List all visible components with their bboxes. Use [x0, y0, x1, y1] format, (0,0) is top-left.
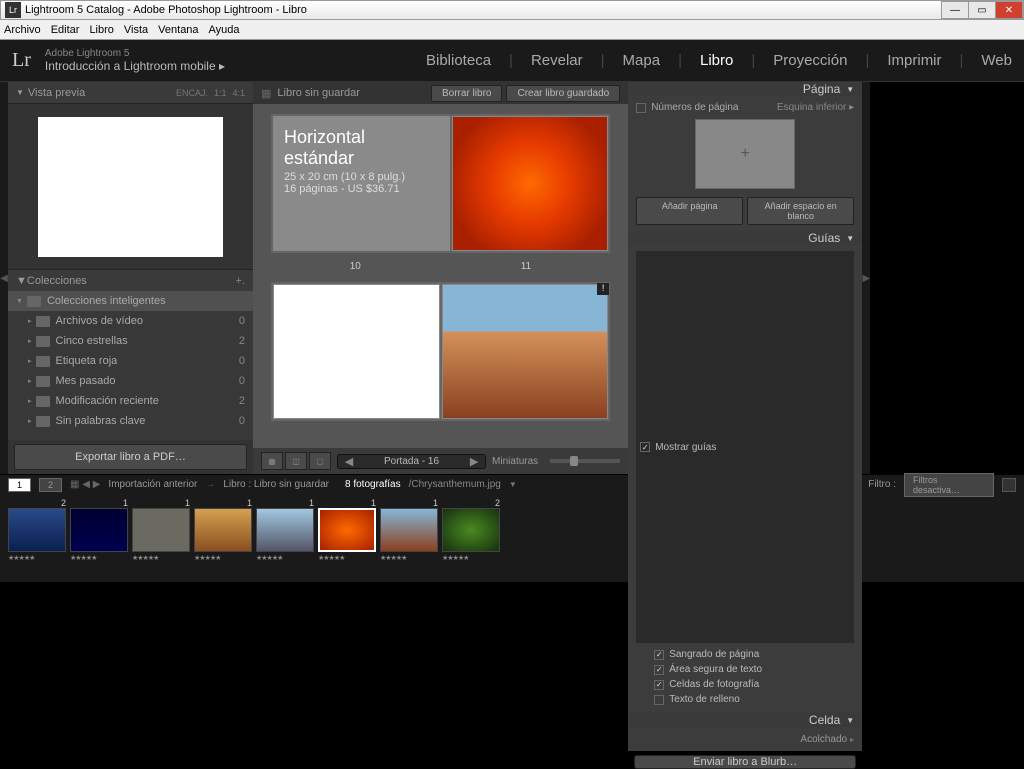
guides-panel-header[interactable]: Guías▼: [628, 231, 862, 245]
module-revelar[interactable]: Revelar: [531, 52, 583, 69]
lightroom-logo: Lr: [12, 49, 31, 72]
page-number-position[interactable]: Esquina inferior ▸: [777, 102, 854, 113]
collection-item[interactable]: ▸Modificación reciente2: [8, 391, 253, 411]
add-page-button[interactable]: Añadir página: [636, 197, 743, 225]
clear-book-button[interactable]: Borrar libro: [431, 85, 502, 102]
filmstrip: 2★★★★★1★★★★★1★★★★★1★★★★★1★★★★★1★★★★★1★★★…: [0, 494, 1024, 582]
padding-label: Acolchado: [800, 734, 847, 745]
left-edge-toggle[interactable]: ◀: [0, 82, 8, 474]
filter-label: Filtro :: [868, 479, 896, 490]
module-proyección[interactable]: Proyección: [773, 52, 847, 69]
book-page-11[interactable]: [452, 116, 609, 251]
module-biblioteca[interactable]: Biblioteca: [426, 52, 491, 69]
maximize-button[interactable]: ▭: [968, 1, 996, 19]
filmstrip-thumb[interactable]: 1★★★★★: [256, 498, 314, 562]
page-numbers-checkbox[interactable]: [636, 103, 646, 113]
collection-item[interactable]: ▸Etiqueta roja0: [8, 351, 253, 371]
zoom-1:1[interactable]: 1:1: [214, 88, 227, 98]
module-tabs: Biblioteca|Revelar|Mapa|Libro|Proyección…: [426, 52, 1012, 69]
minimize-button[interactable]: —: [941, 1, 969, 19]
monitor-1-button[interactable]: 1: [8, 478, 31, 492]
filmstrip-thumb[interactable]: 2★★★★★: [8, 498, 66, 562]
module-web[interactable]: Web: [981, 52, 1012, 69]
show-guides-checkbox[interactable]: [640, 442, 650, 452]
module-libro[interactable]: Libro: [700, 52, 733, 69]
add-blank-button[interactable]: Añadir espacio en blanco: [747, 197, 854, 225]
current-filename: /Chrysanthemum.jpg: [409, 479, 501, 490]
module-imprimir[interactable]: Imprimir: [887, 52, 941, 69]
close-button[interactable]: ✕: [995, 1, 1023, 19]
module-mapa[interactable]: Mapa: [623, 52, 661, 69]
cell-panel-header[interactable]: Celda▼: [628, 713, 862, 727]
book-page-desert[interactable]: !: [442, 284, 609, 419]
menu-editar[interactable]: Editar: [51, 24, 80, 36]
guide-checkbox[interactable]: [654, 680, 664, 690]
prev-import-link[interactable]: Importación anterior: [108, 479, 197, 490]
menu-ayuda[interactable]: Ayuda: [209, 24, 240, 36]
add-collection-button[interactable]: +.: [236, 275, 245, 287]
thumbnails-label: Miniaturas: [492, 456, 538, 467]
menu-archivo[interactable]: Archivo: [4, 24, 41, 36]
menu-libro[interactable]: Libro: [89, 24, 113, 36]
unsaved-book-label: Libro sin guardar: [277, 87, 360, 99]
create-saved-book-button[interactable]: Crear libro guardado: [506, 85, 620, 102]
page-navigator[interactable]: ◀ Portada - 16 ▶: [337, 454, 486, 469]
menubar: Archivo Editar Libro Vista Ventana Ayuda: [0, 20, 1024, 40]
collections-panel-title: Colecciones: [27, 275, 87, 287]
send-to-blurb-button[interactable]: Enviar libro a Blurb…: [634, 755, 856, 769]
right-edge-toggle[interactable]: ▶: [862, 82, 870, 474]
chevron-down-icon: ▼: [16, 88, 24, 97]
guide-checkbox[interactable]: [654, 665, 664, 675]
filmstrip-thumb[interactable]: 2★★★★★: [442, 498, 500, 562]
filter-lock-icon[interactable]: [1002, 478, 1016, 492]
single-view-button[interactable]: ▢: [309, 452, 331, 470]
chevron-down-icon: ▼: [16, 275, 27, 287]
guide-checkbox[interactable]: [654, 695, 664, 705]
monitor-2-button[interactable]: 2: [39, 478, 62, 492]
export-pdf-button[interactable]: Exportar libro a PDF…: [14, 444, 247, 470]
book-page-blank[interactable]: [273, 284, 440, 419]
window-title: Lightroom 5 Catalog - Adobe Photoshop Li…: [25, 4, 942, 16]
filmstrip-thumb[interactable]: 1★★★★★: [70, 498, 128, 562]
warning-icon: !: [597, 283, 609, 295]
guide-checkbox[interactable]: [654, 650, 664, 660]
menu-ventana[interactable]: Ventana: [158, 24, 198, 36]
collection-item[interactable]: ▸Sin palabras clave0: [8, 411, 253, 431]
app-icon: Lr: [5, 2, 21, 18]
preview-thumbnail[interactable]: [38, 117, 223, 257]
preview-panel-title: Vista previa: [28, 87, 85, 99]
book-path-label: Libro : Libro sin guardar: [223, 479, 329, 490]
page-template-preview[interactable]: +: [695, 119, 795, 189]
product-name: Adobe Lightroom 5: [45, 48, 225, 59]
book-spec-page[interactable]: Horizontal estándar 25 x 20 cm (10 x 8 p…: [273, 116, 450, 251]
filmstrip-thumb[interactable]: 1★★★★★: [194, 498, 252, 562]
page-panel-header[interactable]: Página▼: [628, 82, 862, 96]
lr-mobile-intro-link[interactable]: Introducción a Lightroom mobile ▸: [45, 59, 225, 73]
filmstrip-thumb[interactable]: 1★★★★★: [380, 498, 438, 562]
collection-item[interactable]: ▸Cinco estrellas2: [8, 331, 253, 351]
collection-item[interactable]: ▸Archivos de vídeo0: [8, 311, 253, 331]
prev-page-button[interactable]: ◀: [338, 455, 360, 468]
zoom-ENCAJ.[interactable]: ENCAJ.: [176, 88, 208, 98]
collection-item[interactable]: ▸Mes pasado0: [8, 371, 253, 391]
menu-vista[interactable]: Vista: [124, 24, 148, 36]
smart-collections-header[interactable]: ▼ Colecciones inteligentes: [8, 291, 253, 311]
zoom-4:1[interactable]: 4:1: [232, 88, 245, 98]
photo-count: 8 fotografías: [345, 479, 401, 490]
thumbnail-size-slider[interactable]: [550, 459, 620, 463]
spread-view-button[interactable]: ◫: [285, 452, 307, 470]
grid-view-button[interactable]: ▦: [261, 452, 283, 470]
filmstrip-thumb[interactable]: 1★★★★★: [318, 498, 376, 562]
next-page-button[interactable]: ▶: [463, 455, 485, 468]
filter-dropdown[interactable]: Filtros desactiva…: [904, 473, 994, 497]
filmstrip-thumb[interactable]: 1★★★★★: [132, 498, 190, 562]
